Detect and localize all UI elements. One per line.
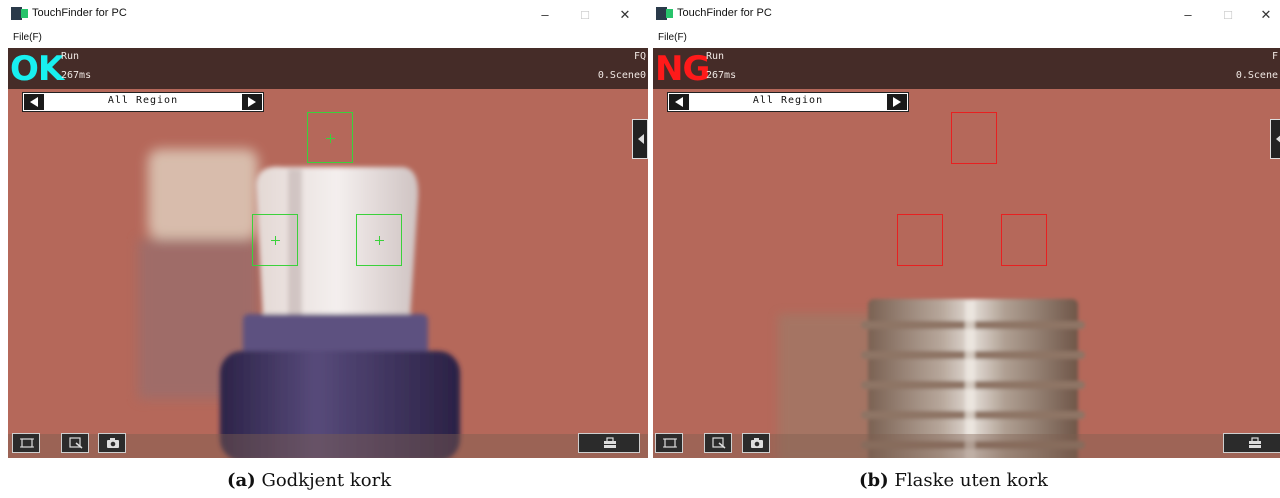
capture-image-button[interactable] xyxy=(98,433,126,453)
roi-top[interactable] xyxy=(307,112,353,163)
processing-time: 267ms xyxy=(61,70,92,81)
roi-left[interactable] xyxy=(897,214,943,266)
camera-icon xyxy=(107,438,119,448)
maximize-button[interactable]: □ xyxy=(1220,8,1236,22)
caption-a-text: Godkjent kork xyxy=(261,470,392,491)
minimize-button[interactable]: – xyxy=(537,8,553,22)
roi-right[interactable] xyxy=(356,214,402,266)
maximize-button[interactable]: □ xyxy=(577,8,593,22)
judgement-ok: OK xyxy=(10,49,64,89)
title-bar: TouchFinder for PC – □ ✕ xyxy=(651,0,1280,30)
toolbox-icon xyxy=(604,437,616,448)
window-title: TouchFinder for PC xyxy=(32,7,127,19)
region-selector: All Region xyxy=(22,92,264,112)
roi-right[interactable] xyxy=(1001,214,1047,266)
camera-icon xyxy=(751,438,763,448)
close-button[interactable]: ✕ xyxy=(617,8,633,22)
zoom-window-button[interactable] xyxy=(704,433,732,453)
processing-time: 267ms xyxy=(706,70,737,81)
roi-left[interactable] xyxy=(252,214,298,266)
caption-b: (b) Flaske uten kork xyxy=(859,470,1048,491)
run-mode: Run xyxy=(706,51,725,62)
caption-a-tag: (a) xyxy=(227,470,256,491)
side-panel-toggle[interactable] xyxy=(632,119,648,159)
crop-frame-button[interactable] xyxy=(12,433,40,453)
close-button[interactable]: ✕ xyxy=(1258,8,1274,22)
crosshair-icon xyxy=(271,236,280,245)
triangle-right-icon xyxy=(248,97,256,107)
triangle-right-icon xyxy=(893,97,901,107)
zoom-window-button[interactable] xyxy=(61,433,89,453)
previous-region-button[interactable] xyxy=(24,94,44,110)
camera-image[interactable]: All Region xyxy=(653,89,1280,458)
toolbox-button[interactable] xyxy=(1223,433,1280,453)
menu-file[interactable]: File(F) xyxy=(13,32,42,43)
status-header: OK Run 267ms FQ 0.Scene0 xyxy=(8,48,648,89)
app-icon xyxy=(11,7,28,20)
region-label: All Region xyxy=(107,95,179,106)
scene-name: 0.Scene xyxy=(1235,70,1278,81)
side-panel-toggle[interactable] xyxy=(1270,119,1280,159)
next-region-button[interactable] xyxy=(242,94,262,110)
window-title: TouchFinder for PC xyxy=(677,7,772,19)
caption-b-text: Flaske uten kork xyxy=(894,470,1048,491)
crop-frame-icon xyxy=(20,438,34,448)
crop-frame-icon xyxy=(663,438,677,448)
judgement-ng: NG xyxy=(655,49,710,89)
capture-image-button[interactable] xyxy=(742,433,770,453)
previous-region-button[interactable] xyxy=(669,94,689,110)
triangle-left-icon xyxy=(675,97,683,107)
caret-left-icon xyxy=(638,134,644,144)
caption-b-tag: (b) xyxy=(859,470,889,491)
crosshair-icon xyxy=(326,133,335,143)
run-mode: Run xyxy=(61,51,80,62)
crosshair-icon xyxy=(375,236,384,245)
sensor-model: F xyxy=(1271,51,1278,62)
triangle-left-icon xyxy=(30,97,38,107)
roi-top[interactable] xyxy=(951,112,997,164)
title-bar: TouchFinder for PC – □ ✕ xyxy=(6,0,648,30)
crop-frame-button[interactable] xyxy=(655,433,683,453)
region-label: All Region xyxy=(752,95,824,106)
zoom-window-icon xyxy=(712,437,726,449)
caption-a: (a) Godkjent kork xyxy=(227,470,391,491)
scene-name: 0.Scene0 xyxy=(597,70,646,81)
toolbox-button[interactable] xyxy=(578,433,640,453)
touchfinder-window-ok: TouchFinder for PC – □ ✕ File(F) OK Run … xyxy=(6,0,648,458)
caret-left-icon xyxy=(1276,135,1280,143)
touchfinder-window-ng: TouchFinder for PC – □ ✕ File(F) NG Run … xyxy=(651,0,1280,458)
zoom-window-icon xyxy=(69,437,83,449)
toolbox-icon xyxy=(1249,437,1261,448)
status-header: NG Run 267ms F 0.Scene xyxy=(653,48,1280,89)
app-icon xyxy=(656,7,673,20)
camera-image[interactable]: All Region xyxy=(8,89,648,458)
menu-file[interactable]: File(F) xyxy=(658,32,687,43)
region-selector: All Region xyxy=(667,92,909,112)
sensor-model: FQ xyxy=(633,51,646,62)
next-region-button[interactable] xyxy=(887,94,907,110)
minimize-button[interactable]: – xyxy=(1180,8,1196,22)
